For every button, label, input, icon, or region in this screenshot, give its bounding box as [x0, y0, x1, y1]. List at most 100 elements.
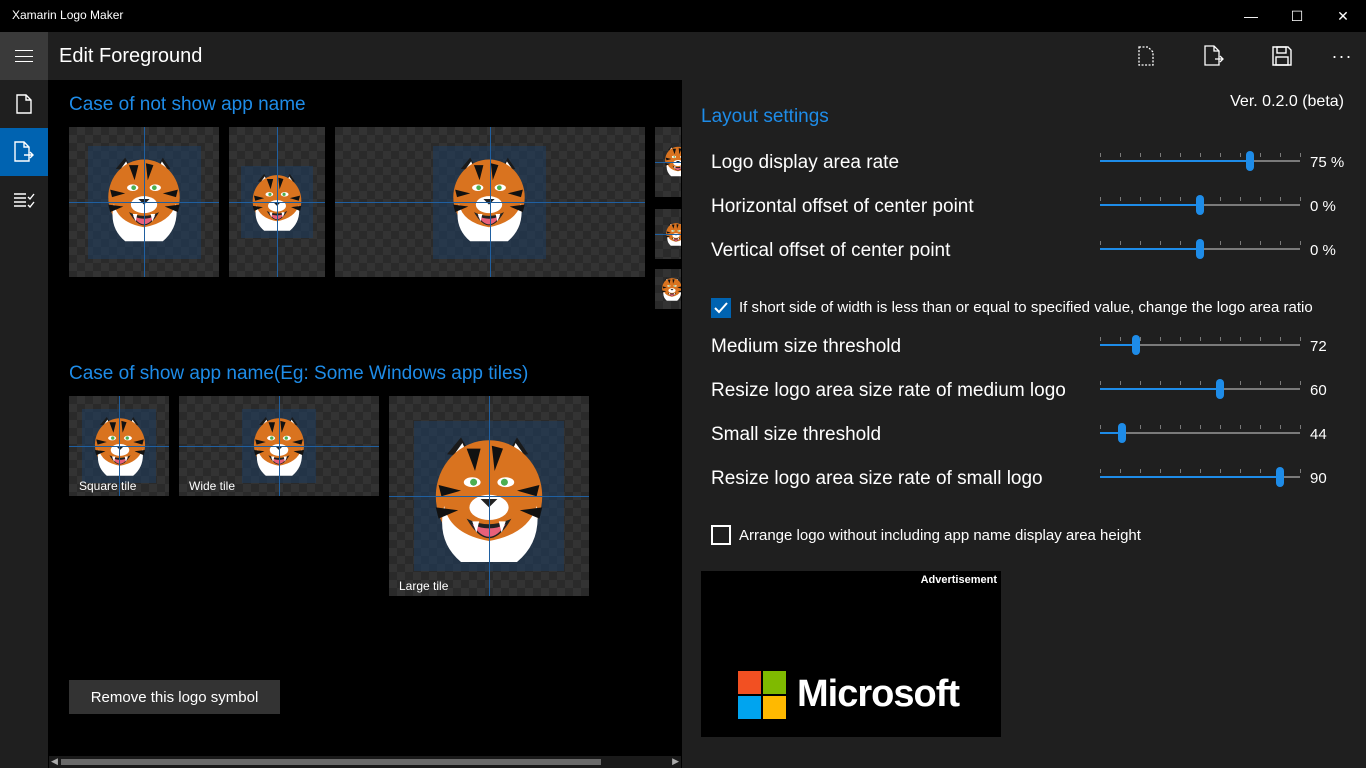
slider-thumb[interactable] — [1118, 423, 1126, 443]
tiger-logo-image — [665, 146, 681, 177]
horizontal-offset-slider[interactable] — [1100, 193, 1301, 217]
slider-tick — [1120, 197, 1121, 201]
hamburger-button[interactable] — [0, 32, 48, 80]
slider-fill — [1100, 248, 1200, 250]
slider-value: 90 — [1310, 470, 1327, 487]
scroll-right-icon[interactable]: ▶ — [672, 756, 679, 767]
slider-tick — [1220, 241, 1221, 245]
slider-tick — [1200, 425, 1201, 429]
setting-label: Horizontal offset of center point — [711, 196, 974, 217]
slider-tick — [1180, 241, 1181, 245]
wide-tile: Wide tile — [179, 396, 379, 496]
slider-thumb[interactable] — [1132, 335, 1140, 355]
minimize-button[interactable]: — — [1228, 0, 1274, 32]
slider-tick — [1160, 469, 1161, 473]
slider-tick — [1100, 153, 1101, 157]
logo-display-area-rate-slider[interactable] — [1100, 149, 1301, 173]
change-ratio-checkbox[interactable] — [711, 298, 731, 318]
medium-size-threshold-slider[interactable] — [1100, 333, 1301, 357]
sidebar-item-edit-foreground[interactable] — [0, 128, 48, 176]
slider-thumb[interactable] — [1246, 151, 1254, 171]
change-ratio-checkbox-label: If short side of width is less than or e… — [739, 299, 1313, 316]
scroll-left-icon[interactable]: ◀ — [51, 756, 58, 767]
slider-track[interactable] — [1100, 432, 1300, 434]
slider-tick — [1160, 241, 1161, 245]
slider-fill — [1100, 344, 1136, 346]
preview-tile-square — [69, 127, 219, 277]
slider-tick — [1220, 337, 1221, 341]
remove-logo-button[interactable]: Remove this logo symbol — [69, 680, 280, 714]
slider-tick — [1220, 197, 1221, 201]
slider-tick — [1280, 337, 1281, 341]
slider-tick — [1180, 153, 1181, 157]
slider-tick — [1280, 197, 1281, 201]
export-button[interactable] — [1190, 32, 1238, 80]
scrollbar-thumb[interactable] — [61, 759, 601, 765]
slider-thumb[interactable] — [1196, 239, 1204, 259]
hamburger-icon — [15, 50, 33, 62]
slider-tick — [1160, 337, 1161, 341]
close-button[interactable]: ✕ — [1320, 0, 1366, 32]
slider-tick — [1280, 425, 1281, 429]
slider-tick — [1140, 241, 1141, 245]
slider-thumb[interactable] — [1276, 467, 1284, 487]
logo-square-red — [738, 671, 761, 694]
sidebar-item-document[interactable] — [0, 80, 48, 128]
slider-tick — [1260, 197, 1261, 201]
setting-label: Resize logo area size rate of small logo — [711, 468, 1043, 489]
preview-tile-tiny-3 — [655, 269, 681, 309]
slider-tick — [1220, 153, 1221, 157]
medium-logo-rate-slider[interactable] — [1100, 377, 1301, 401]
maximize-button[interactable]: ☐ — [1274, 0, 1320, 32]
slider-tick — [1140, 337, 1141, 341]
slider-tick — [1300, 469, 1301, 473]
slider-tick — [1200, 153, 1201, 157]
slider-tick — [1300, 153, 1301, 157]
microsoft-brand-text: Microsoft — [797, 673, 960, 715]
new-document-button[interactable] — [1122, 32, 1170, 80]
slider-thumb[interactable] — [1196, 195, 1204, 215]
setting-label: Medium size threshold — [711, 336, 902, 357]
layout-settings-title: Layout settings — [701, 106, 829, 127]
slider-tick — [1160, 197, 1161, 201]
slider-fill — [1100, 388, 1220, 390]
more-button[interactable]: ··· — [1318, 32, 1366, 80]
slider-thumb[interactable] — [1216, 379, 1224, 399]
square-tile: Square tile — [69, 396, 169, 496]
slider-tick — [1200, 469, 1201, 473]
export-document-icon — [14, 141, 34, 162]
setting-label: Logo display area rate — [711, 152, 900, 173]
slider-fill — [1100, 160, 1250, 162]
logo-square-blue — [738, 696, 761, 719]
large-tile: Large tile — [389, 396, 589, 596]
slider-tick — [1100, 469, 1101, 473]
slider-tick — [1100, 337, 1101, 341]
sidebar-item-checklist[interactable] — [0, 176, 48, 224]
tiger-logo-image — [662, 277, 681, 301]
microsoft-logo-icon — [738, 671, 786, 719]
slider-fill — [1100, 476, 1280, 478]
slider-tick — [1180, 197, 1181, 201]
slider-tick — [1260, 153, 1261, 157]
horizontal-scrollbar[interactable]: ◀ ▶ — [49, 756, 681, 768]
slider-tick — [1100, 425, 1101, 429]
slider-tick — [1140, 153, 1141, 157]
small-logo-rate-slider[interactable] — [1100, 465, 1301, 489]
slider-value: 60 — [1310, 382, 1327, 399]
large-tile-label: Large tile — [399, 579, 449, 593]
wide-tile-label: Wide tile — [189, 479, 236, 493]
export-icon — [1204, 45, 1224, 66]
vertical-offset-slider[interactable] — [1100, 237, 1301, 261]
slider-tick — [1240, 153, 1241, 157]
slider-tick — [1100, 381, 1101, 385]
save-button[interactable] — [1258, 32, 1306, 80]
square-tile-label: Square tile — [79, 479, 137, 493]
slider-tick — [1220, 469, 1221, 473]
small-size-threshold-slider[interactable] — [1100, 421, 1301, 445]
slider-tick — [1280, 241, 1281, 245]
arrange-logo-checkbox[interactable] — [711, 525, 731, 545]
advertisement-banner[interactable]: Advertisement Microsoft — [701, 571, 1001, 737]
checklist-icon — [14, 193, 35, 208]
page-title: Edit Foreground — [59, 45, 203, 67]
slider-tick — [1120, 469, 1121, 473]
